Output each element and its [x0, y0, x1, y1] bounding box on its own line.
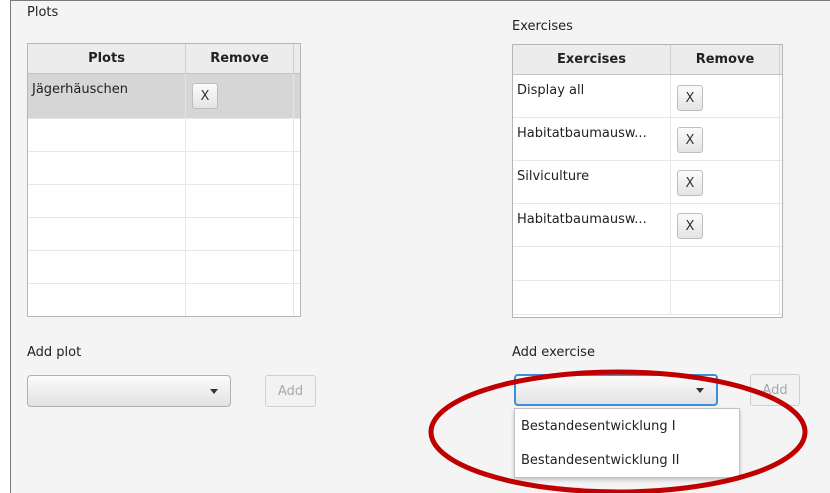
add-exercise-combobox[interactable] — [514, 374, 718, 406]
table-row — [28, 119, 300, 152]
add-exercise-label: Add exercise — [512, 345, 595, 360]
remove-exercise-button[interactable]: X — [677, 170, 703, 196]
plots-column-header[interactable]: Plots — [28, 44, 186, 73]
plot-name: Jägerhäuschen — [32, 82, 129, 97]
table-row — [28, 185, 300, 218]
exercise-name: Display all — [517, 83, 585, 98]
table-row — [28, 251, 300, 284]
table-row[interactable]: Display all X — [513, 75, 782, 118]
remove-column-header[interactable]: Remove — [186, 44, 294, 73]
exercises-column-header[interactable]: Exercises — [513, 45, 671, 74]
add-plot-button[interactable]: Add — [265, 375, 316, 407]
plots-table-header: Plots Remove — [28, 44, 300, 74]
table-row — [28, 152, 300, 185]
exercise-dropdown-list: Bestandesentwicklung I Bestandesentwickl… — [514, 408, 740, 478]
table-row — [28, 218, 300, 251]
table-row — [28, 284, 300, 316]
table-row[interactable]: Jägerhäuschen X — [28, 74, 300, 119]
plots-table[interactable]: Plots Remove Jägerhäuschen X — [27, 43, 301, 317]
header-filler — [294, 44, 300, 73]
exercise-name: Silviculture — [517, 169, 590, 184]
exercises-section-label: Exercises — [512, 19, 573, 34]
table-row[interactable]: Habitatbaumausw... X — [513, 204, 782, 247]
remove-exercise-button[interactable]: X — [677, 127, 703, 153]
table-row[interactable]: Habitatbaumausw... X — [513, 118, 782, 161]
chevron-down-icon — [696, 388, 704, 393]
table-row — [513, 281, 782, 315]
exercise-name: Habitatbaumausw... — [517, 126, 647, 141]
exercises-table[interactable]: Exercises Remove Display all X Habitatba… — [512, 44, 783, 318]
header-filler — [780, 45, 782, 74]
remove-exercise-button[interactable]: X — [677, 85, 703, 111]
table-row — [513, 247, 782, 281]
plots-section-label: Plots — [27, 5, 59, 20]
remove-plot-button[interactable]: X — [192, 83, 218, 109]
add-exercise-button[interactable]: Add — [750, 374, 800, 406]
exercise-name: Habitatbaumausw... — [517, 212, 647, 227]
table-row[interactable]: Silviculture X — [513, 161, 782, 204]
remove-exercise-button[interactable]: X — [677, 213, 703, 239]
exercises-table-header: Exercises Remove — [513, 45, 782, 75]
remove-column-header[interactable]: Remove — [671, 45, 780, 74]
chevron-down-icon — [210, 389, 218, 394]
add-plot-label: Add plot — [27, 345, 82, 360]
add-plot-combobox[interactable] — [27, 375, 231, 407]
dropdown-option[interactable]: Bestandesentwicklung II — [515, 443, 739, 477]
dropdown-option[interactable]: Bestandesentwicklung I — [515, 409, 739, 443]
